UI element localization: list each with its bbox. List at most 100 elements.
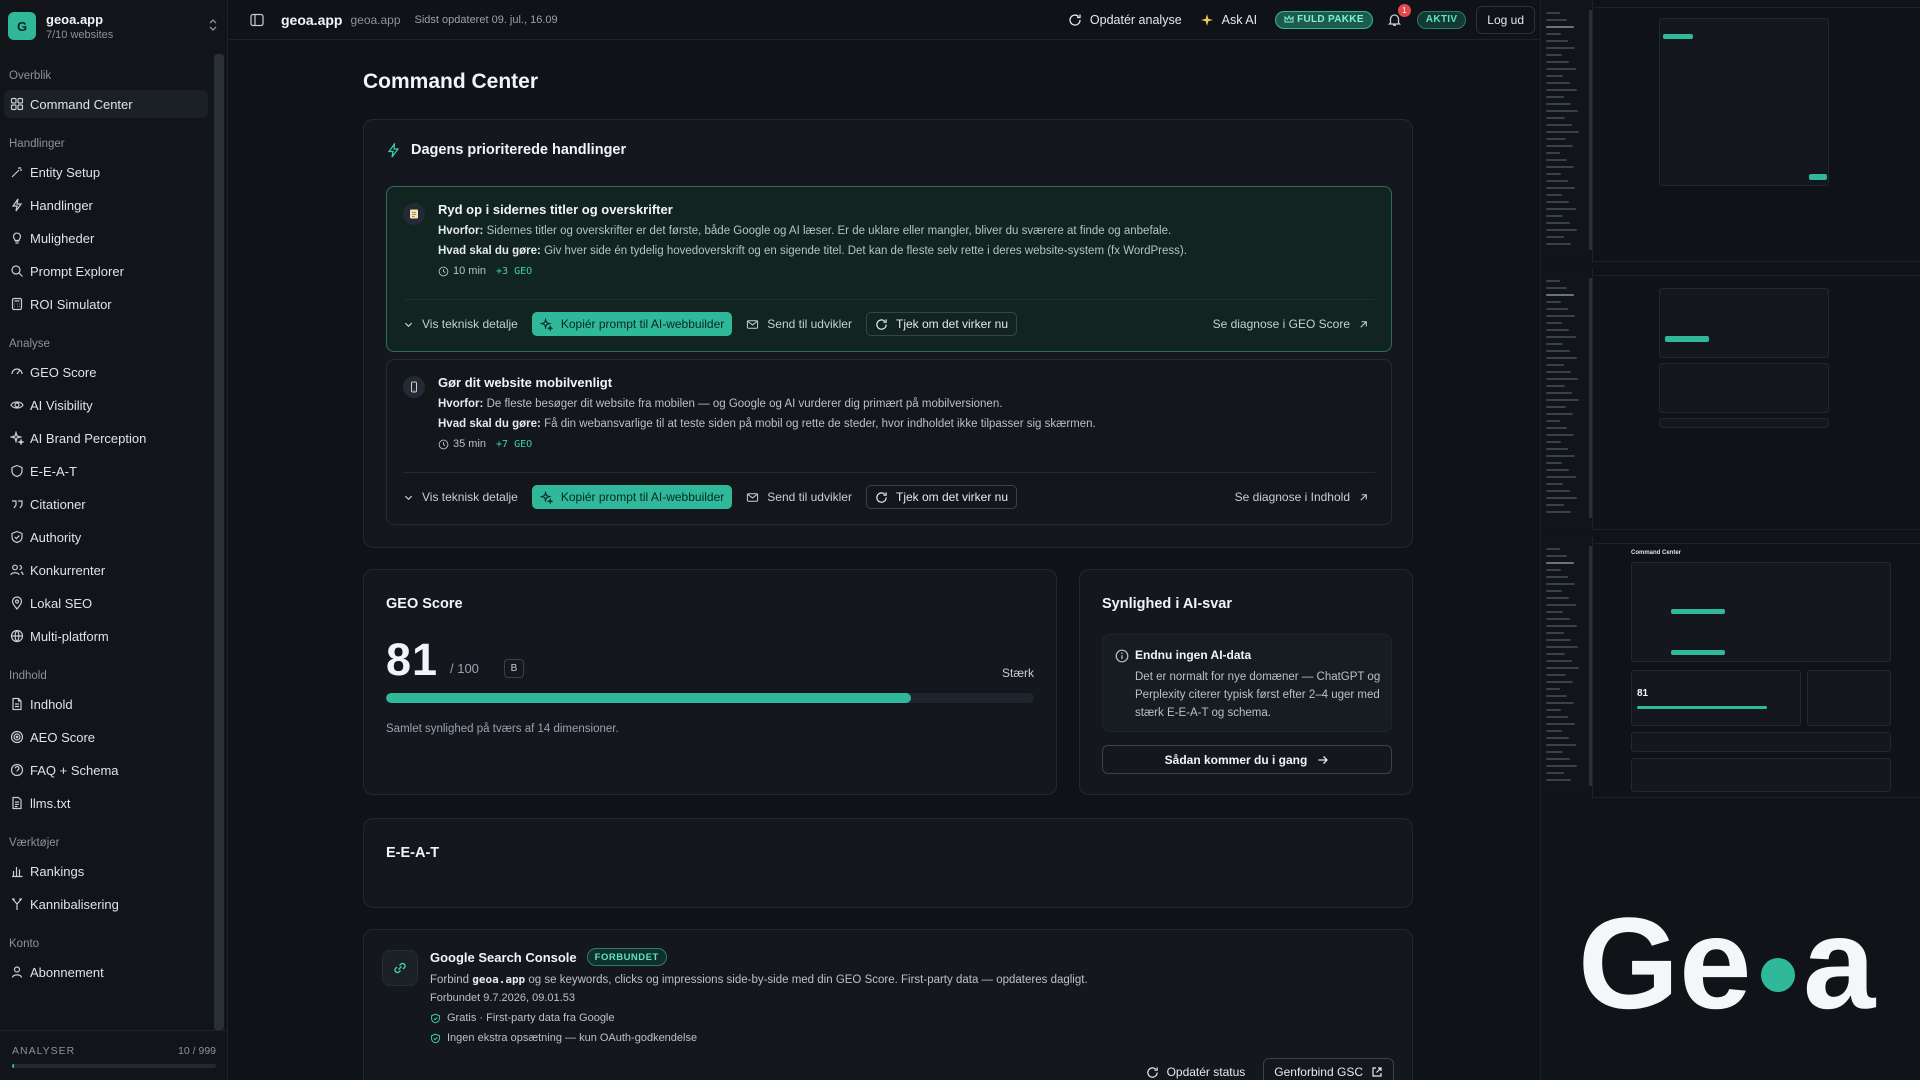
page-title: Command Center	[363, 70, 539, 93]
sidebar-item-roi-simulator[interactable]: ROI Simulator	[4, 290, 208, 318]
sidebar-item-kannibalisering[interactable]: Kannibalisering	[4, 890, 208, 918]
thumb-nav-line	[1546, 618, 1570, 620]
sidebar-item-label: Citationer	[30, 496, 86, 512]
thumb-scrollbar	[1589, 546, 1592, 786]
thumb-card	[1659, 363, 1829, 413]
refresh-status-button[interactable]: Opdatér status	[1146, 1065, 1245, 1079]
thumb-nav-line	[1546, 180, 1568, 182]
sidebar-item-label: Kannibalisering	[30, 896, 119, 912]
preview-thumbnail[interactable]: Command Center 81	[1541, 536, 1920, 798]
sidebar-item-llms-txt[interactable]: llms.txt	[4, 789, 208, 817]
sidebar-item-handlinger[interactable]: Handlinger	[4, 191, 208, 219]
task-why: Hvorfor: De fleste besøger dit website f…	[438, 398, 1368, 410]
plan-badge: FULD PAKKE	[1275, 10, 1373, 29]
sidebar-item-label: ROI Simulator	[30, 296, 112, 312]
check-now-button[interactable]: Tjek om det virker nu	[865, 312, 1018, 336]
thumb-scrollbar	[1589, 10, 1592, 250]
task-divider	[403, 472, 1375, 473]
sidebar-item-aeo-score[interactable]: AEO Score	[4, 723, 208, 751]
sidebar-item-citationer[interactable]: Citationer	[4, 490, 208, 518]
thumb-scrollbar	[1589, 278, 1592, 518]
mail-icon	[747, 319, 759, 329]
reconnect-gsc-button[interactable]: Genforbind GSC	[1263, 1058, 1394, 1080]
sidebar: G geoa.app 7/10 websites Overblik Comman…	[0, 0, 228, 1080]
sidebar-item-faq-schema[interactable]: FAQ + Schema	[4, 756, 208, 784]
site-switcher[interactable]: G geoa.app 7/10 websites	[8, 8, 220, 44]
thumb-nav-line	[1546, 497, 1577, 499]
map-pin-icon	[11, 596, 23, 610]
logout-button[interactable]: Log ud	[1476, 5, 1535, 34]
sidebar-scrollbar[interactable]	[214, 54, 224, 1030]
thumb-chip	[1663, 34, 1693, 39]
thumb-nav-line	[1546, 562, 1574, 564]
analyses-count: 10 / 999	[178, 1045, 216, 1057]
sidebar-item-rankings[interactable]: Rankings	[4, 857, 208, 885]
refresh-analysis-button[interactable]: Opdatér analyse	[1068, 13, 1182, 27]
refresh-icon	[1146, 1066, 1158, 1078]
arrow-right-icon	[1318, 755, 1329, 764]
task-geo-gain: +3 GEO	[496, 265, 533, 277]
notification-count: 1	[1397, 3, 1411, 17]
sidebar-item-ai-visibility[interactable]: AI Visibility	[4, 391, 208, 419]
sidebar-item-authority[interactable]: Authority	[4, 523, 208, 551]
sidebar-item-abonnement[interactable]: Abonnement	[4, 958, 208, 986]
thumb-nav-line	[1546, 469, 1569, 471]
search-console-actions: Opdatér status Genforbind GSC	[1146, 1058, 1394, 1080]
sidebar-item-lokal-seo[interactable]: Lokal SEO	[4, 589, 208, 617]
sidebar-item-muligheder[interactable]: Muligheder	[4, 224, 208, 252]
thumb-nav-line	[1546, 555, 1567, 557]
sidebar-item-indhold[interactable]: Indhold	[4, 690, 208, 718]
task-actions: Vis teknisk detalje Kopiér prompt til AI…	[403, 311, 1369, 337]
thumb-nav-line	[1546, 674, 1566, 676]
sidebar-toggle-icon[interactable]	[247, 10, 267, 30]
thumb-nav-line	[1546, 19, 1567, 21]
copy-prompt-button[interactable]: Kopiér prompt til AI-webbuilder	[531, 312, 733, 336]
nav-section-title: Analyse	[9, 338, 50, 350]
ai-visibility-title: Synlighed i AI-svar	[1102, 596, 1232, 612]
topbar: geoa.app geoa.app Sidst opdateret 09. ju…	[229, 0, 1539, 40]
see-diagnosis-link[interactable]: Se diagnose i GEO Score	[1213, 317, 1369, 331]
ask-ai-button[interactable]: Ask AI	[1200, 13, 1257, 27]
sidebar-item-multi-platform[interactable]: Multi-platform	[4, 622, 208, 650]
sidebar-item-e-e-a-t[interactable]: E-E-A-T	[4, 457, 208, 485]
task-do: Hvad skal du gøre: Få din webansvarlige …	[438, 418, 1368, 430]
see-diagnosis-link[interactable]: Se diagnose i Indhold	[1235, 490, 1369, 504]
preview-thumbnail[interactable]	[1541, 268, 1920, 530]
thumb-nav-line	[1546, 47, 1575, 49]
notifications-button[interactable]: 1	[1385, 3, 1411, 30]
preview-thumbnail[interactable]	[1541, 0, 1920, 262]
thumb-nav-line	[1546, 639, 1571, 641]
task-title: Ryd op i sidernes titler og overskrifter	[438, 202, 673, 217]
priority-actions-title: Dagens prioriterede handlinger	[411, 142, 627, 158]
thumb-nav-line	[1546, 576, 1568, 578]
send-to-developer-button[interactable]: Send til udvikler	[746, 490, 852, 504]
thumb-nav-line	[1546, 597, 1569, 599]
copy-prompt-button[interactable]: Kopiér prompt til AI-webbuilder	[531, 485, 733, 509]
sidebar-item-label: AI Brand Perception	[30, 430, 147, 446]
sidebar-item-ai-brand-perception[interactable]: AI Brand Perception	[4, 424, 208, 452]
show-technical-detail-button[interactable]: Vis teknisk detalje	[403, 490, 518, 504]
thumb-nav-line	[1546, 765, 1577, 767]
refresh-icon	[876, 318, 887, 330]
sidebar-item-konkurrenter[interactable]: Konkurrenter	[4, 556, 208, 584]
sidebar-item-command-center[interactable]: Command Center	[4, 90, 208, 118]
external-link-icon	[1372, 1067, 1382, 1077]
status-badge: AKTIV	[1416, 10, 1467, 29]
show-technical-detail-button[interactable]: Vis teknisk detalje	[403, 317, 518, 331]
sidebar-item-geo-score[interactable]: GEO Score	[4, 358, 208, 386]
sidebar-item-label: Authority	[30, 529, 82, 545]
send-to-developer-button[interactable]: Send til udvikler	[746, 317, 852, 331]
sidebar-item-prompt-explorer[interactable]: Prompt Explorer	[4, 257, 208, 285]
sidebar-nav: Overblik Command Center Handlinger Entit…	[0, 60, 212, 1030]
thumb-card	[1659, 418, 1829, 428]
get-started-button[interactable]: Sådan kommer du i gang	[1102, 745, 1392, 774]
thumb-nav-line	[1546, 427, 1567, 429]
thumb-nav-line	[1546, 89, 1577, 91]
task-card: Ryd op i sidernes titler og overskrifter…	[386, 186, 1392, 352]
thumb-nav-line	[1546, 716, 1568, 718]
sidebar-item-entity-setup[interactable]: Entity Setup	[4, 158, 208, 186]
analyses-usage-row: ANALYSER 10 / 999	[12, 1045, 216, 1057]
thumb-nav-line	[1546, 54, 1562, 56]
thumb-nav-line	[1546, 653, 1565, 655]
check-now-button[interactable]: Tjek om det virker nu	[865, 485, 1018, 509]
